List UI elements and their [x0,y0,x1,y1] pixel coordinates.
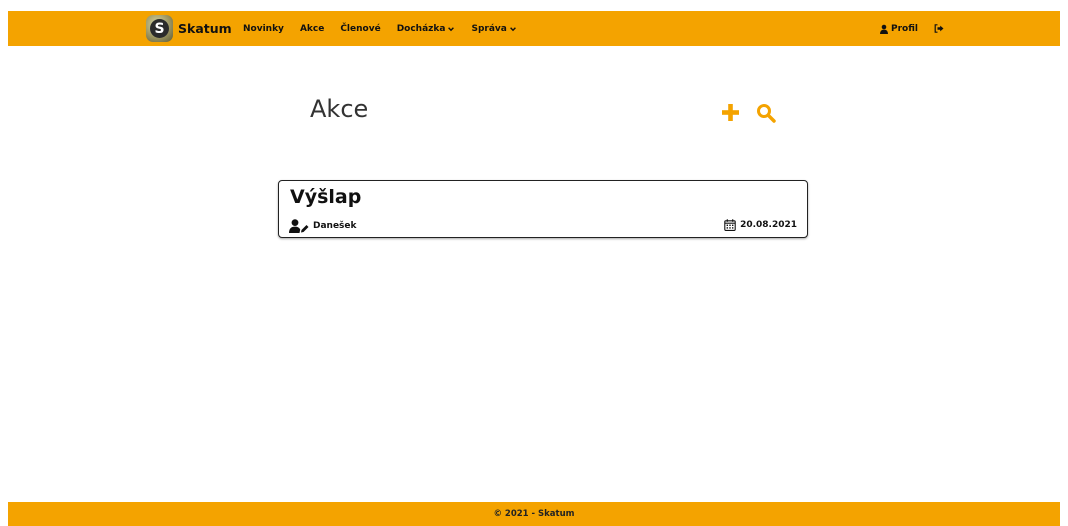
event-author: Danešek [289,219,357,233]
nav-item-dochazka[interactable]: Docházka [397,24,456,34]
nav-item-sprava[interactable]: Správa [471,24,516,34]
brand-home-link[interactable]: S Skatum [146,14,232,43]
event-date: 20.08.2021 [724,219,797,231]
nav-item-akce[interactable]: Akce [300,24,324,34]
user-nav: Profil [879,11,944,46]
skatum-logo: S [146,15,173,42]
search-icon [757,104,776,123]
footer-copyright: © 2021 - Skatum [493,509,575,519]
search-button[interactable] [756,103,776,127]
add-event-button[interactable] [721,103,740,126]
nav-item-clenove[interactable]: Členové [340,24,380,34]
nav-item-novinky[interactable]: Novinky [243,24,284,34]
main-nav: Novinky Akce Členové Docházka Správa [243,11,517,46]
calendar-icon [724,219,736,231]
chevron-down-icon [448,26,455,31]
logout-button[interactable] [934,24,944,33]
event-title: Výšlap [290,186,362,208]
page-title: Akce [310,95,369,123]
plus-icon [722,104,739,121]
profile-link[interactable]: Profil [879,24,918,34]
chevron-down-icon [509,26,516,31]
user-icon [880,24,888,34]
top-navbar: S Skatum Novinky Akce Členové Docházka S… [8,11,1060,46]
brand-name: Skatum [178,21,232,36]
user-edit-icon [289,219,309,233]
sign-out-icon [934,24,944,33]
event-card[interactable]: Výšlap Danešek 20.08.2021 [278,180,808,238]
page-footer: © 2021 - Skatum [8,502,1060,526]
